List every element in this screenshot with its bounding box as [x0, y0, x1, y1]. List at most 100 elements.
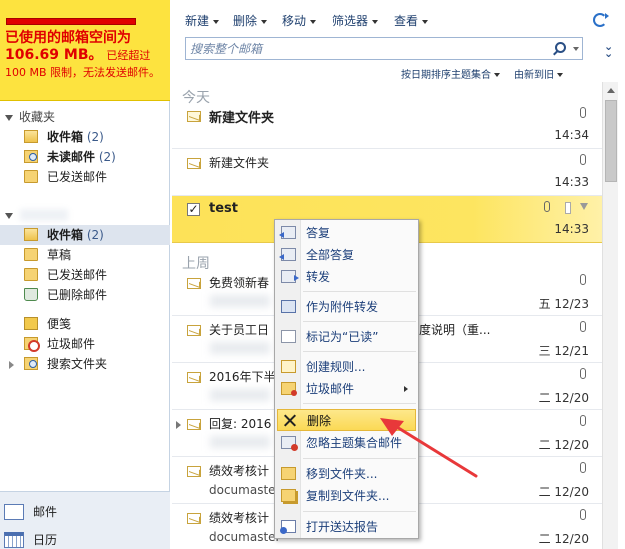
attachment-icon: [580, 321, 586, 332]
search-box[interactable]: [185, 37, 583, 60]
selection-checkbox[interactable]: ✓: [187, 203, 200, 216]
refresh-icon[interactable]: [593, 13, 609, 27]
search-input[interactable]: [190, 40, 530, 57]
mailbox-item-drafts[interactable]: 草稿: [0, 245, 170, 265]
mailbox-item-junk[interactable]: 垃圾邮件: [0, 334, 170, 354]
mail-time: 14:33: [554, 175, 589, 189]
calendar-module-button[interactable]: 日历: [0, 526, 170, 549]
menu-item-junk[interactable]: 垃圾邮件: [277, 378, 416, 400]
flag-icon[interactable]: [580, 203, 588, 210]
menu-item-forward[interactable]: 转发: [277, 266, 416, 288]
mailbox-item-notes[interactable]: 便笺: [0, 314, 170, 334]
unread-mail-icon: [187, 111, 201, 122]
search-icon[interactable]: [555, 42, 566, 53]
unread-count: (2): [86, 130, 104, 144]
sent-folder-icon: [24, 170, 38, 183]
junk-folder-icon: [24, 337, 40, 352]
annotation-arrow-icon: [380, 418, 478, 478]
new-label: 新建: [185, 14, 210, 28]
menu-item-label: 移到文件夹...: [306, 467, 378, 481]
mail-time: 二 12/20: [538, 391, 589, 405]
expand-arrow-icon[interactable]: [9, 361, 14, 369]
menu-item-label: 复制到文件夹...: [306, 489, 390, 503]
mail-time: 三 12/21: [538, 344, 589, 358]
quota-line1: 已使用的邮箱空间为: [5, 30, 131, 46]
expand-conversation-icon[interactable]: [176, 421, 181, 429]
mail-list-scrollbar[interactable]: [602, 82, 618, 549]
favorites-item-unread[interactable]: 未读邮件 (2): [0, 147, 170, 167]
attachment-icon: [580, 154, 586, 165]
mail-item[interactable]: 新建文件夹 14:33: [172, 149, 602, 196]
mail-subject: 绩效考核计: [209, 464, 270, 478]
menu-item-mark-read[interactable]: 标记为“已读”: [277, 326, 416, 348]
toolbar: 新建 删除 移动 筛选器 查看 ⌄⌄ 按日期排序主题集合 由新到旧: [172, 0, 625, 82]
menu-item-copy-to-folder[interactable]: 复制到文件夹...: [277, 485, 416, 507]
menu-item-reply-all[interactable]: 全部答复: [277, 244, 416, 266]
menu-item-label: 创建规则...: [306, 360, 366, 374]
mail-subject: 新建文件夹: [209, 111, 275, 126]
chevron-down-icon[interactable]: [573, 47, 579, 51]
collapse-icon: [5, 114, 13, 121]
mailbox-item-label: 垃圾邮件: [47, 337, 96, 351]
menu-item-delivery-report[interactable]: 打开送达报告: [277, 516, 416, 538]
menu-item-label: 答复: [306, 226, 331, 240]
attachment-icon: [580, 274, 586, 285]
menu-item-label: 全部答复: [306, 248, 355, 262]
attachment-icon: [580, 107, 586, 118]
search-folder-icon: [24, 150, 38, 163]
pane-edge: [618, 82, 625, 549]
sort-by-button[interactable]: 按日期排序主题集合: [401, 70, 491, 81]
mailbox-section: 收件箱 (2) 草稿 已发送邮件 已删除邮件 便笺 垃圾邮件 搜索文件夹: [0, 205, 170, 374]
quota-size: 106.69 MB: [5, 47, 89, 63]
view-button[interactable]: 查看: [394, 12, 429, 29]
mailbox-item-sent[interactable]: 已发送邮件: [0, 265, 170, 285]
expand-search-icon[interactable]: ⌄ ⌄: [604, 41, 613, 59]
mail-sender: documaster: [209, 483, 281, 497]
scroll-thumb[interactable]: [605, 100, 617, 182]
mailbox-item-deleted[interactable]: 已删除邮件: [0, 285, 170, 305]
calendar-icon: [4, 532, 24, 548]
redacted-sender: [210, 436, 270, 448]
read-mail-icon: [187, 325, 201, 336]
collapse-icon: [5, 212, 13, 219]
mailbox-item-label: 搜索文件夹: [47, 357, 108, 371]
category-icon[interactable]: [565, 202, 571, 214]
chevron-down-icon: [213, 19, 220, 24]
delete-x-icon: [282, 414, 297, 427]
new-button[interactable]: 新建: [185, 12, 220, 29]
menu-separator: [303, 351, 416, 352]
filter-button[interactable]: 筛选器: [332, 12, 379, 29]
menu-separator: [303, 511, 416, 512]
mail-subject: 回复: 2016: [209, 417, 272, 431]
menu-item-label: 标记为“已读”: [306, 330, 379, 344]
favorites-header[interactable]: 收藏夹: [0, 107, 170, 127]
mail-module-button[interactable]: 邮件: [0, 498, 170, 526]
scroll-up-arrow-icon[interactable]: [607, 88, 615, 93]
attachment-icon: [544, 201, 550, 212]
move-button[interactable]: 移动: [282, 12, 317, 29]
delivery-report-icon: [280, 520, 296, 534]
module-switcher: 邮件 日历: [0, 491, 170, 549]
submenu-arrow-icon: [404, 386, 408, 392]
favorites-item-sent[interactable]: 已发送邮件: [0, 167, 170, 187]
mailbox-header[interactable]: [0, 205, 170, 225]
delete-button[interactable]: 删除: [233, 12, 268, 29]
favorites-item-inbox[interactable]: 收件箱 (2): [0, 127, 170, 147]
mail-item[interactable]: 新建文件夹 14:34: [172, 102, 602, 149]
menu-item-forward-as-attachment[interactable]: 作为附件转发: [277, 296, 416, 318]
mailbox-item-inbox[interactable]: 收件箱 (2): [0, 225, 170, 245]
menu-item-reply[interactable]: 答复: [277, 222, 416, 244]
chevron-down-icon: [310, 19, 317, 24]
mailbox-item-search-folders[interactable]: 搜索文件夹: [0, 354, 170, 374]
favorites-section: 收藏夹 收件箱 (2) 未读邮件 (2) 已发送邮件: [0, 107, 170, 187]
sort-order-button[interactable]: 由新到旧: [514, 70, 554, 81]
mail-time: 二 12/20: [538, 438, 589, 452]
chevron-down-icon: [494, 73, 500, 77]
move-folder-icon: [281, 467, 296, 480]
move-label: 移动: [282, 14, 307, 28]
forward-attachment-icon: [281, 300, 296, 313]
mail-time: 二 12/20: [538, 485, 589, 499]
copy-folder-icon: [281, 489, 296, 502]
favorites-item-label: 未读邮件: [47, 150, 96, 164]
menu-item-create-rule[interactable]: 创建规则...: [277, 356, 416, 378]
